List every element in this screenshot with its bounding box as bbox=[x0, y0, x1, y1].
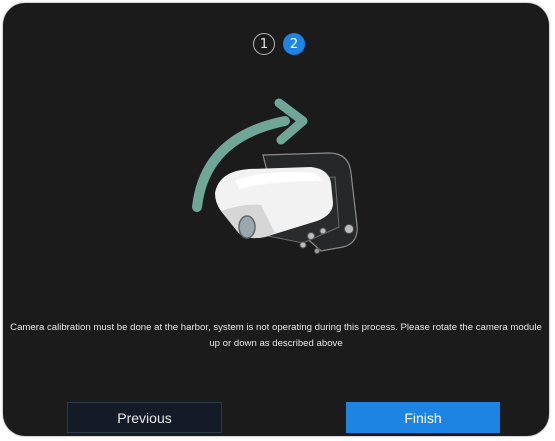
previous-button[interactable]: Previous bbox=[67, 402, 222, 433]
step-1-indicator: 1 bbox=[253, 33, 275, 55]
calibration-dialog: 1 2 Camera calibration must be done at t… bbox=[3, 3, 549, 436]
instruction-line-1: Camera calibration must be done at the h… bbox=[10, 322, 542, 333]
camera-module-icon bbox=[215, 152, 358, 254]
camera-rotation-illustration bbox=[192, 98, 358, 254]
instruction-line-2: up or down as described above bbox=[209, 338, 343, 349]
step-indicator: 1 2 bbox=[253, 33, 305, 55]
step-2-indicator: 2 bbox=[283, 33, 305, 55]
finish-button[interactable]: Finish bbox=[346, 402, 500, 433]
calibration-instruction-text: Camera calibration must be done at the h… bbox=[9, 320, 543, 352]
